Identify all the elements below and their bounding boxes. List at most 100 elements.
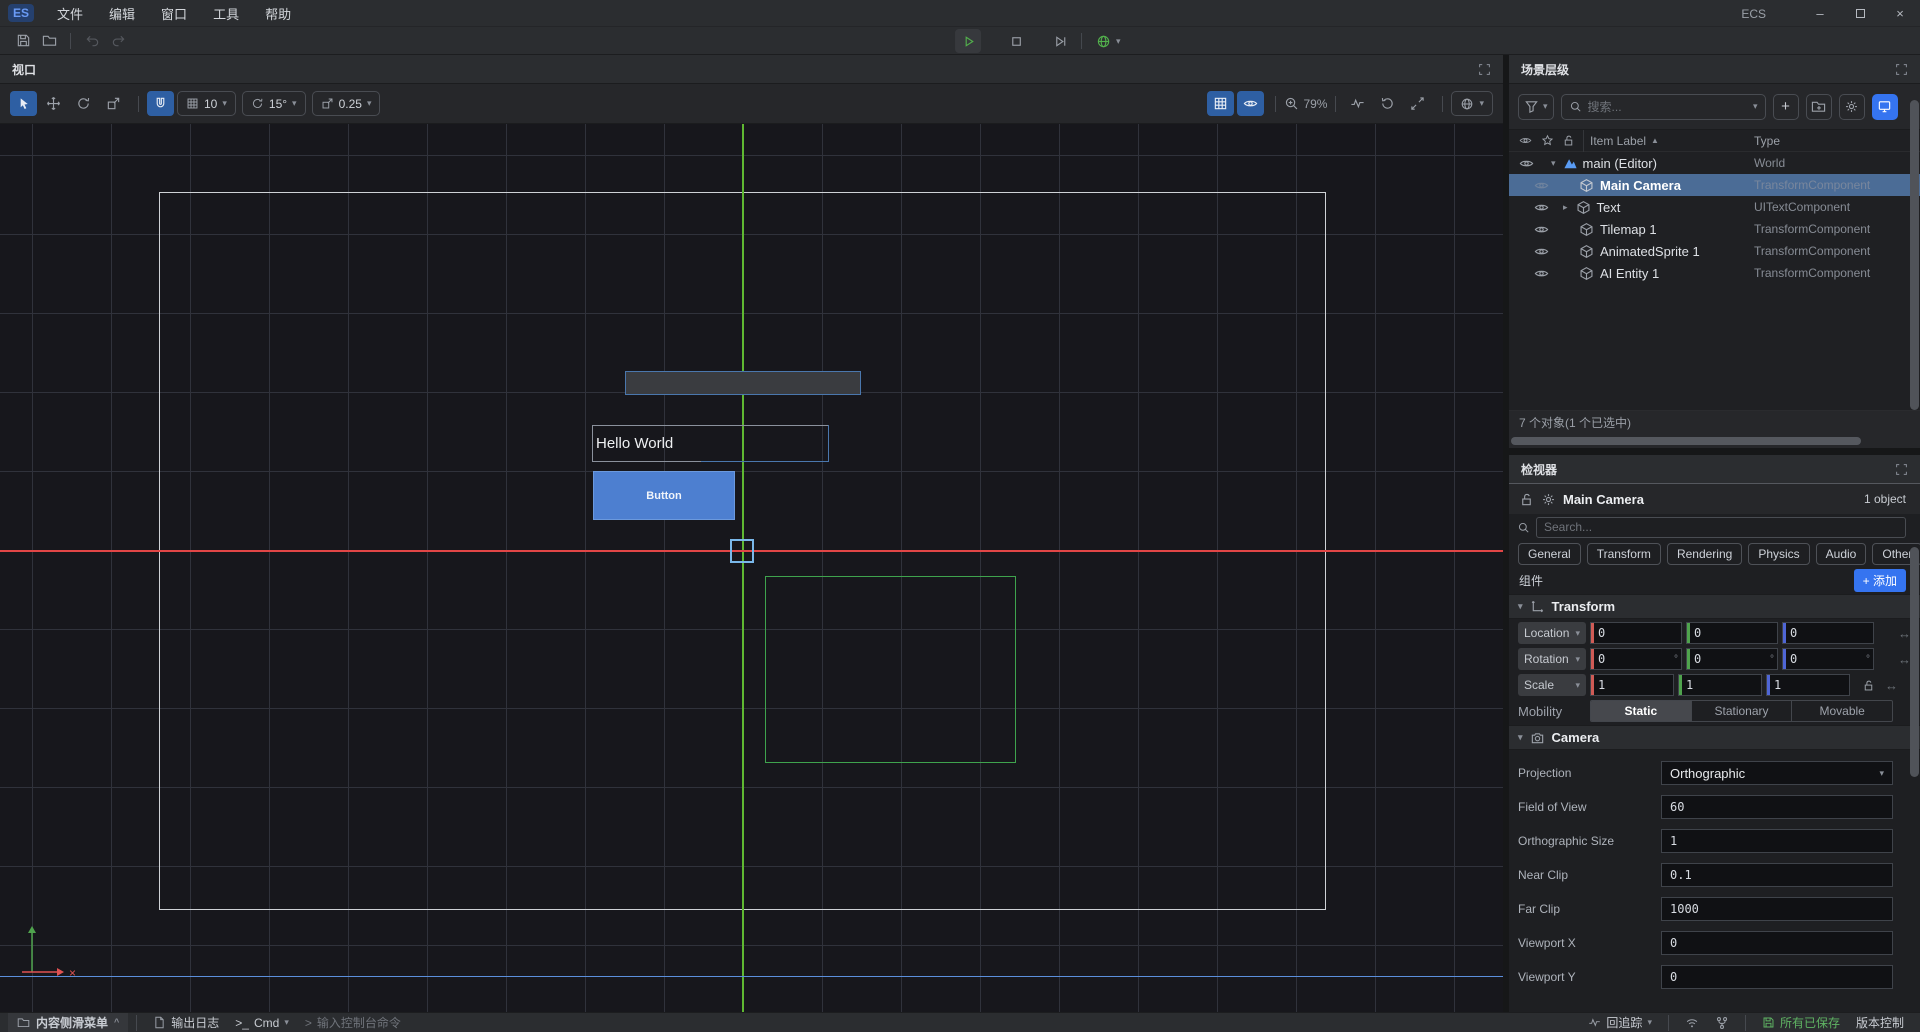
play-button[interactable] <box>955 29 981 53</box>
content-drawer-button[interactable]: 内容侧滑菜单 ^ <box>8 1013 128 1032</box>
visibility-toggle-button[interactable] <box>1237 91 1264 116</box>
panel-expand-icon[interactable] <box>1478 63 1491 76</box>
location-x-input[interactable] <box>1594 626 1681 640</box>
tab-rendering[interactable]: Rendering <box>1667 543 1742 565</box>
rotation-z-input[interactable] <box>1786 652 1866 666</box>
panel-divider[interactable] <box>1509 448 1920 455</box>
location-y-input[interactable] <box>1690 626 1777 640</box>
menu-tools[interactable]: 工具 <box>200 4 252 23</box>
scale-tool-button[interactable] <box>100 91 127 116</box>
version-control-button[interactable]: 版本控制 <box>1856 1014 1904 1031</box>
hierarchy-settings-button[interactable] <box>1839 94 1865 120</box>
tree-row-tilemap[interactable]: Tilemap 1 TransformComponent <box>1509 218 1920 240</box>
scrollbar-thumb[interactable] <box>1910 100 1919 410</box>
save-button[interactable] <box>10 29 36 53</box>
zoom-icon[interactable] <box>1284 96 1299 111</box>
far-clip-input[interactable] <box>1670 902 1884 916</box>
chevron-right-icon[interactable]: ▸ <box>1563 203 1568 212</box>
hierarchy-search-input[interactable]: 搜索... ▾ <box>1561 94 1766 120</box>
inspector-vscrollbar[interactable] <box>1910 547 1919 777</box>
location-dropdown[interactable]: Location▾ <box>1518 622 1586 644</box>
panel-expand-icon[interactable] <box>1895 63 1908 76</box>
grid-toggle-button[interactable] <box>1207 91 1234 116</box>
panel-expand-icon[interactable] <box>1895 463 1908 476</box>
scale-y-input[interactable] <box>1682 678 1761 692</box>
lock-column-icon[interactable] <box>1562 134 1575 147</box>
open-folder-button[interactable] <box>36 29 62 53</box>
run-target-dropdown[interactable] <box>1090 29 1116 53</box>
near-clip-input[interactable] <box>1670 868 1884 882</box>
mobility-static[interactable]: Static <box>1591 701 1692 721</box>
chevron-down-icon[interactable]: ▾ <box>1551 159 1556 168</box>
output-log-button[interactable]: 输出日志 <box>153 1014 219 1031</box>
viewport-y-input[interactable] <box>1670 970 1884 984</box>
hierarchy-hscrollbar[interactable] <box>1509 434 1920 448</box>
eye-icon[interactable] <box>1534 178 1549 193</box>
menu-help[interactable]: 帮助 <box>252 4 304 23</box>
grid-snap-dropdown[interactable]: 10 ▾ <box>177 91 236 116</box>
projection-dropdown[interactable]: Orthographic ▾ <box>1661 761 1893 785</box>
menu-file[interactable]: 文件 <box>44 4 96 23</box>
tab-general[interactable]: General <box>1518 543 1581 565</box>
eye-icon[interactable] <box>1534 222 1549 237</box>
tree-row-ai-entity[interactable]: AI Entity 1 TransformComponent <box>1509 262 1920 284</box>
save-status[interactable]: 所有已保存 <box>1762 1014 1840 1031</box>
rotate-snap-dropdown[interactable]: 15° ▾ <box>242 91 306 116</box>
stats-button[interactable] <box>1344 91 1371 116</box>
fullscreen-button[interactable] <box>1404 91 1431 116</box>
star-column-icon[interactable] <box>1541 134 1554 147</box>
stop-button[interactable] <box>1003 29 1029 53</box>
eye-column-icon[interactable] <box>1519 134 1532 147</box>
tilemap-object[interactable] <box>625 371 861 395</box>
transform-section-header[interactable]: ▾ Transform <box>1509 594 1920 619</box>
menu-window[interactable]: 窗口 <box>148 4 200 23</box>
trace-dropdown[interactable]: 回追踪 ▾ <box>1588 1014 1652 1031</box>
menu-edit[interactable]: 编辑 <box>96 4 148 23</box>
snap-toggle-button[interactable] <box>147 91 174 116</box>
mobility-stationary[interactable]: Stationary <box>1692 701 1793 721</box>
rotation-dropdown[interactable]: Rotation▾ <box>1518 648 1586 670</box>
tree-row-animatedsprite[interactable]: AnimatedSprite 1 TransformComponent <box>1509 240 1920 262</box>
add-entity-button[interactable]: + <box>1773 94 1799 120</box>
scrollbar-thumb[interactable] <box>1910 547 1919 777</box>
scale-snap-dropdown[interactable]: 0.25 ▾ <box>312 91 381 116</box>
lock-icon[interactable] <box>1519 492 1534 507</box>
editor-view-button[interactable] <box>1872 94 1898 120</box>
scale-z-input[interactable] <box>1770 678 1849 692</box>
minimize-button[interactable]: – <box>1800 0 1840 27</box>
tree-row-main-camera[interactable]: Main Camera TransformComponent <box>1509 174 1920 196</box>
tab-audio[interactable]: Audio <box>1816 543 1867 565</box>
text-object[interactable]: Hello World <box>592 425 829 462</box>
tree-row-main[interactable]: ▾ main (Editor) World <box>1509 152 1920 174</box>
scrollbar-thumb[interactable] <box>1511 437 1861 445</box>
chevron-down-icon[interactable]: ▾ <box>1116 37 1121 46</box>
filter-dropdown[interactable]: ▾ <box>1518 94 1554 120</box>
new-folder-button[interactable] <box>1806 94 1832 120</box>
scale-dropdown[interactable]: Scale▾ <box>1518 674 1586 696</box>
type-column-header[interactable]: Type <box>1754 134 1780 148</box>
world-view-dropdown[interactable]: ▾ <box>1451 91 1493 116</box>
tab-physics[interactable]: Physics <box>1748 543 1809 565</box>
move-tool-button[interactable] <box>40 91 67 116</box>
label-column-header[interactable]: Item Label <box>1590 134 1646 148</box>
uniform-scale-lock-icon[interactable] <box>1862 679 1875 692</box>
redo-button[interactable] <box>105 29 131 53</box>
ortho-size-input[interactable] <box>1670 834 1884 848</box>
fov-input[interactable] <box>1670 800 1884 814</box>
eye-icon[interactable] <box>1534 244 1549 259</box>
camera-section-header[interactable]: ▾ Camera <box>1509 725 1920 750</box>
location-z-input[interactable] <box>1786 626 1873 640</box>
tree-row-text[interactable]: ▸ Text UITextComponent <box>1509 196 1920 218</box>
maximize-button[interactable] <box>1840 0 1880 27</box>
hierarchy-vscrollbar[interactable] <box>1910 100 1919 410</box>
link-axes-icon[interactable]: ↔ <box>1885 678 1898 693</box>
button-object[interactable]: Button <box>593 471 735 520</box>
viewport-x-input[interactable] <box>1670 936 1884 950</box>
app-logo[interactable]: ES <box>8 4 34 22</box>
reset-view-button[interactable] <box>1374 91 1401 116</box>
rotate-tool-button[interactable] <box>70 91 97 116</box>
step-button[interactable] <box>1047 29 1073 53</box>
mobility-movable[interactable]: Movable <box>1792 701 1892 721</box>
eye-icon[interactable] <box>1534 266 1549 281</box>
inspector-search-input[interactable]: Search... <box>1536 517 1906 538</box>
